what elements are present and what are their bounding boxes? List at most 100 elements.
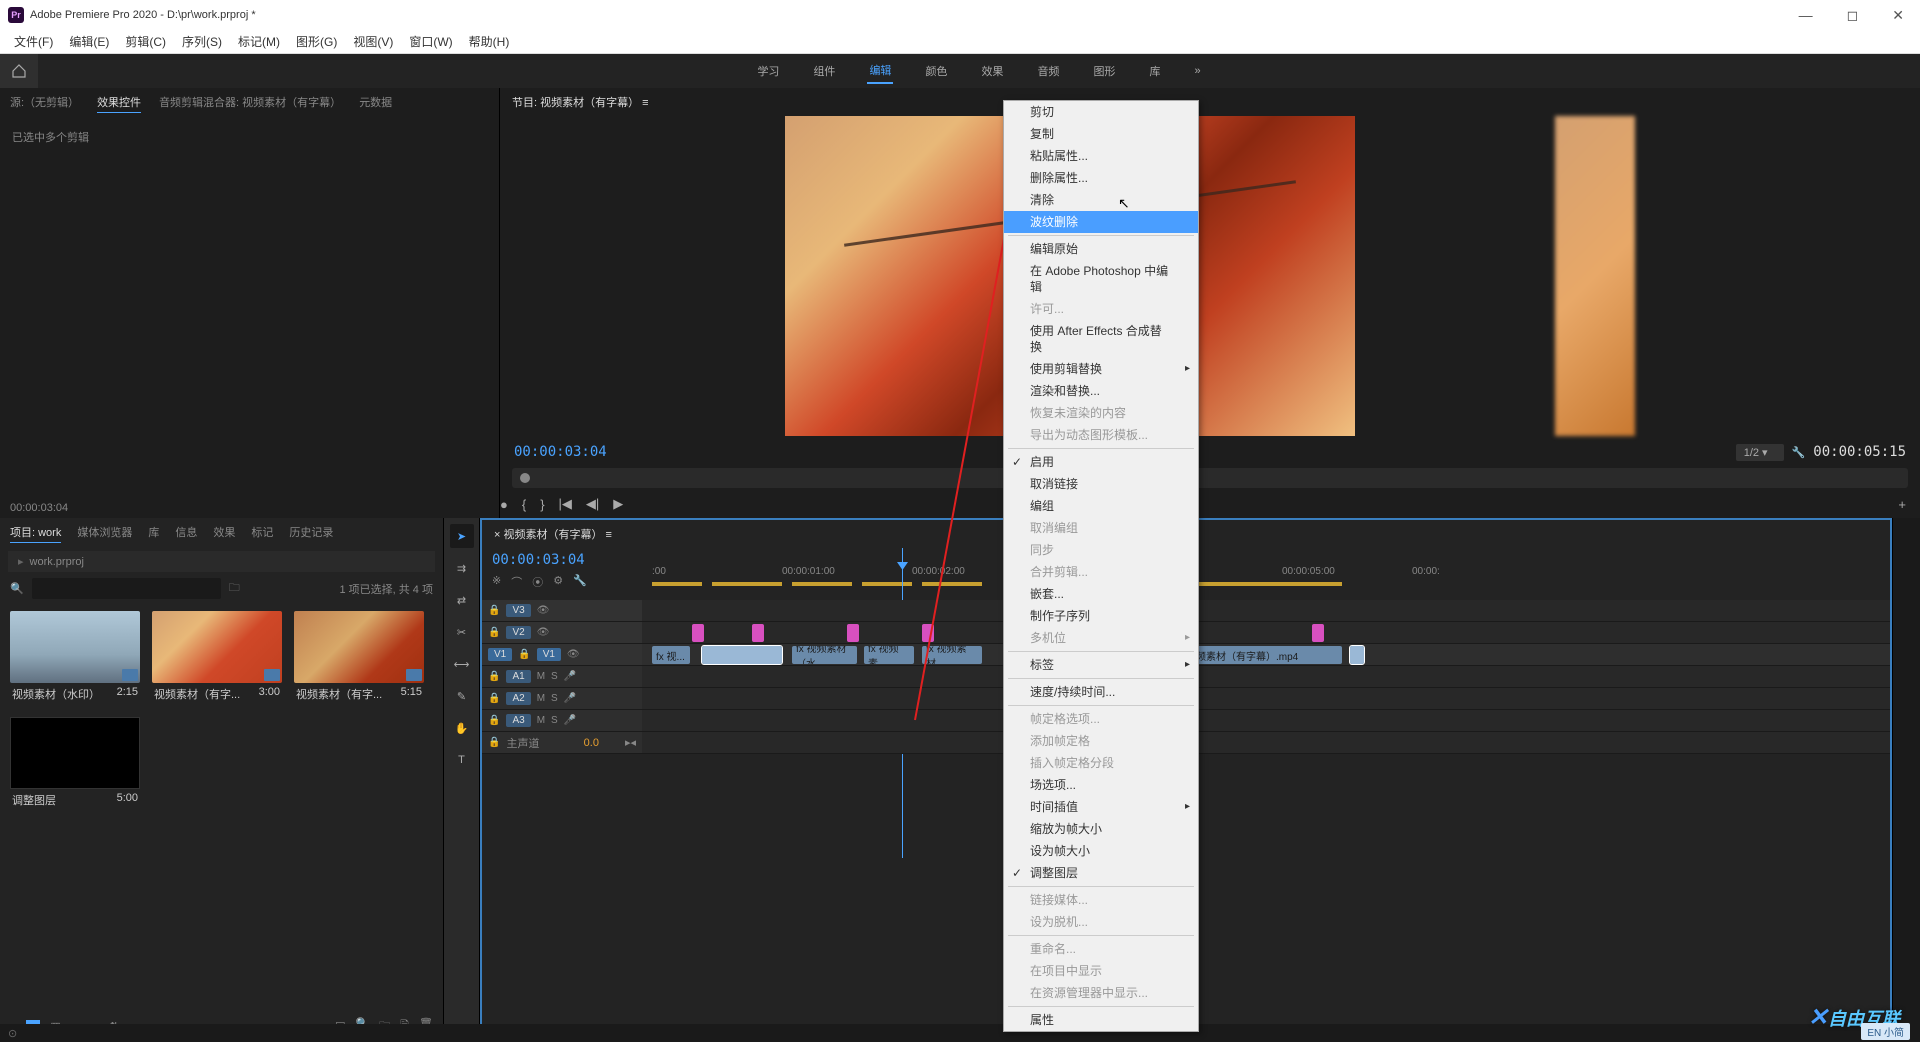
menu-edit[interactable]: 编辑(E): [63, 31, 115, 52]
lock-icon[interactable]: 🔒: [488, 715, 500, 726]
mic-icon[interactable]: 🎤: [564, 693, 576, 704]
project-breadcrumb[interactable]: ▸ work.prproj: [8, 551, 435, 572]
context-menu-item[interactable]: 渲染和替换...: [1004, 380, 1198, 402]
lock-icon[interactable]: 🔒: [488, 737, 500, 748]
track-lane-master[interactable]: [642, 732, 1890, 754]
workspace-color[interactable]: 颜色: [923, 59, 949, 83]
workspace-graphics[interactable]: 图形: [1091, 59, 1117, 83]
timeline-clip[interactable]: [1312, 624, 1324, 642]
type-tool-icon[interactable]: T: [450, 748, 474, 772]
context-menu-item[interactable]: 属性: [1004, 1009, 1198, 1031]
tab-audio-mixer[interactable]: 音频剪辑混合器: 视频素材（有字幕）: [159, 94, 341, 113]
add-marker-icon[interactable]: ●: [500, 497, 508, 512]
track-header-a1[interactable]: 🔒A1MS🎤: [482, 666, 642, 688]
lock-icon[interactable]: 🔒: [518, 649, 530, 660]
solo-icon[interactable]: S: [551, 715, 558, 726]
button-editor-icon[interactable]: +: [1898, 497, 1906, 512]
lock-icon[interactable]: 🔒: [488, 693, 500, 704]
slip-tool-icon[interactable]: ⟷: [450, 652, 474, 676]
linked-sel-icon[interactable]: ⌒: [511, 574, 522, 590]
workspace-learn[interactable]: 学习: [755, 59, 781, 83]
timeline-clip[interactable]: [922, 624, 934, 642]
menu-file[interactable]: 文件(F): [8, 31, 59, 52]
master-db[interactable]: 0.0: [584, 737, 599, 749]
context-menu-item[interactable]: 调整图层: [1004, 862, 1198, 884]
go-in-icon[interactable]: |◀: [559, 496, 572, 512]
timeline-clip-selected[interactable]: [702, 646, 782, 664]
solo-icon[interactable]: S: [551, 671, 558, 682]
ime-indicator[interactable]: EN 小简: [1861, 1023, 1910, 1040]
context-menu-item[interactable]: 编辑原始: [1004, 238, 1198, 260]
tab-media-browser[interactable]: 媒体浏览器: [77, 524, 132, 543]
menu-sequence[interactable]: 序列(S): [176, 31, 228, 52]
context-menu-item[interactable]: 编组: [1004, 495, 1198, 517]
track-lane-a1[interactable]: [642, 666, 1890, 688]
context-menu-item[interactable]: 清除: [1004, 189, 1198, 211]
settings-icon[interactable]: ⚙: [553, 574, 563, 590]
context-menu-item[interactable]: 缩放为帧大小: [1004, 818, 1198, 840]
mark-in-icon[interactable]: {: [522, 497, 526, 512]
selection-tool-icon[interactable]: ➤: [450, 524, 474, 548]
close-button[interactable]: ✕: [1884, 3, 1912, 28]
timeline-clip[interactable]: [692, 624, 704, 642]
timeline-ruler[interactable]: :00 00:00:01:00 00:00:02:00 00:00:05:00 …: [642, 548, 1890, 598]
play-icon[interactable]: ▶: [613, 496, 623, 512]
timeline-clip[interactable]: [847, 624, 859, 642]
menu-view[interactable]: 视图(V): [347, 31, 399, 52]
tab-effect-controls[interactable]: 效果控件: [97, 94, 141, 113]
track-header-v1[interactable]: V1🔒V1👁: [482, 644, 642, 666]
expand-icon[interactable]: ▸◂: [625, 736, 636, 749]
timeline-clip[interactable]: fx 视频素材（水...: [792, 646, 857, 664]
track-select-tool-icon[interactable]: ⇉: [450, 556, 474, 580]
program-scrubber[interactable]: [512, 468, 1908, 488]
program-viewer[interactable]: [500, 116, 1920, 436]
timeline-clip[interactable]: fx 视频素...: [864, 646, 914, 664]
context-menu-item[interactable]: 粘贴属性...: [1004, 145, 1198, 167]
timeline-clip-selected[interactable]: [1350, 646, 1364, 664]
timeline-clip[interactable]: fx 视...: [652, 646, 690, 664]
track-header-v3[interactable]: 🔒V3👁: [482, 600, 642, 622]
eye-icon[interactable]: 👁: [537, 605, 550, 616]
mute-icon[interactable]: M: [537, 715, 545, 726]
context-menu-item[interactable]: 嵌套...: [1004, 583, 1198, 605]
timeline-clip[interactable]: fx 视频素材...: [922, 646, 982, 664]
mark-out-icon[interactable]: }: [540, 497, 544, 512]
context-menu-item[interactable]: 在 Adobe Photoshop 中编辑: [1004, 260, 1198, 298]
context-menu-item[interactable]: 制作子序列: [1004, 605, 1198, 627]
workspace-audio[interactable]: 音频: [1035, 59, 1061, 83]
lock-icon[interactable]: 🔒: [488, 605, 500, 616]
clip-item[interactable]: 视频素材（有字...3:00: [152, 611, 282, 705]
wrench-icon[interactable]: 🔧: [573, 574, 587, 590]
tab-markers[interactable]: 标记: [251, 524, 273, 543]
context-menu-item[interactable]: 启用: [1004, 451, 1198, 473]
minimize-button[interactable]: —: [1791, 3, 1821, 28]
tab-effects[interactable]: 效果: [213, 524, 235, 543]
context-menu-item[interactable]: 取消链接: [1004, 473, 1198, 495]
lock-icon[interactable]: 🔒: [488, 627, 500, 638]
context-menu-item[interactable]: 场选项...: [1004, 774, 1198, 796]
context-menu-item[interactable]: 使用剪辑替换: [1004, 358, 1198, 380]
solo-icon[interactable]: S: [551, 693, 558, 704]
home-button[interactable]: [0, 54, 38, 88]
project-search-input[interactable]: [32, 578, 221, 599]
context-menu-item[interactable]: 使用 After Effects 合成替换: [1004, 320, 1198, 358]
tab-libraries[interactable]: 库: [148, 524, 159, 543]
mute-icon[interactable]: M: [537, 693, 545, 704]
workspace-editing[interactable]: 编辑: [867, 58, 893, 84]
workspace-overflow[interactable]: »: [1192, 61, 1202, 81]
adjustment-layer-item[interactable]: 调整图层5:00: [10, 717, 140, 811]
mic-icon[interactable]: 🎤: [564, 671, 576, 682]
step-back-icon[interactable]: ◀|: [586, 496, 599, 512]
context-menu-item[interactable]: 标签: [1004, 654, 1198, 676]
context-menu-item[interactable]: 复制: [1004, 123, 1198, 145]
bin-icon[interactable]: 🗀: [229, 579, 240, 598]
track-header-v2[interactable]: 🔒V2👁: [482, 622, 642, 644]
menu-window[interactable]: 窗口(W): [403, 31, 458, 52]
menu-graphics[interactable]: 图形(G): [290, 31, 343, 52]
marker-icon[interactable]: ⦿: [532, 574, 543, 590]
menu-help[interactable]: 帮助(H): [463, 31, 516, 52]
tab-project[interactable]: 项目: work: [10, 524, 61, 543]
tab-info[interactable]: 信息: [175, 524, 197, 543]
hand-tool-icon[interactable]: ✋: [450, 716, 474, 740]
resolution-dropdown[interactable]: 1/2 ▾: [1736, 444, 1784, 461]
